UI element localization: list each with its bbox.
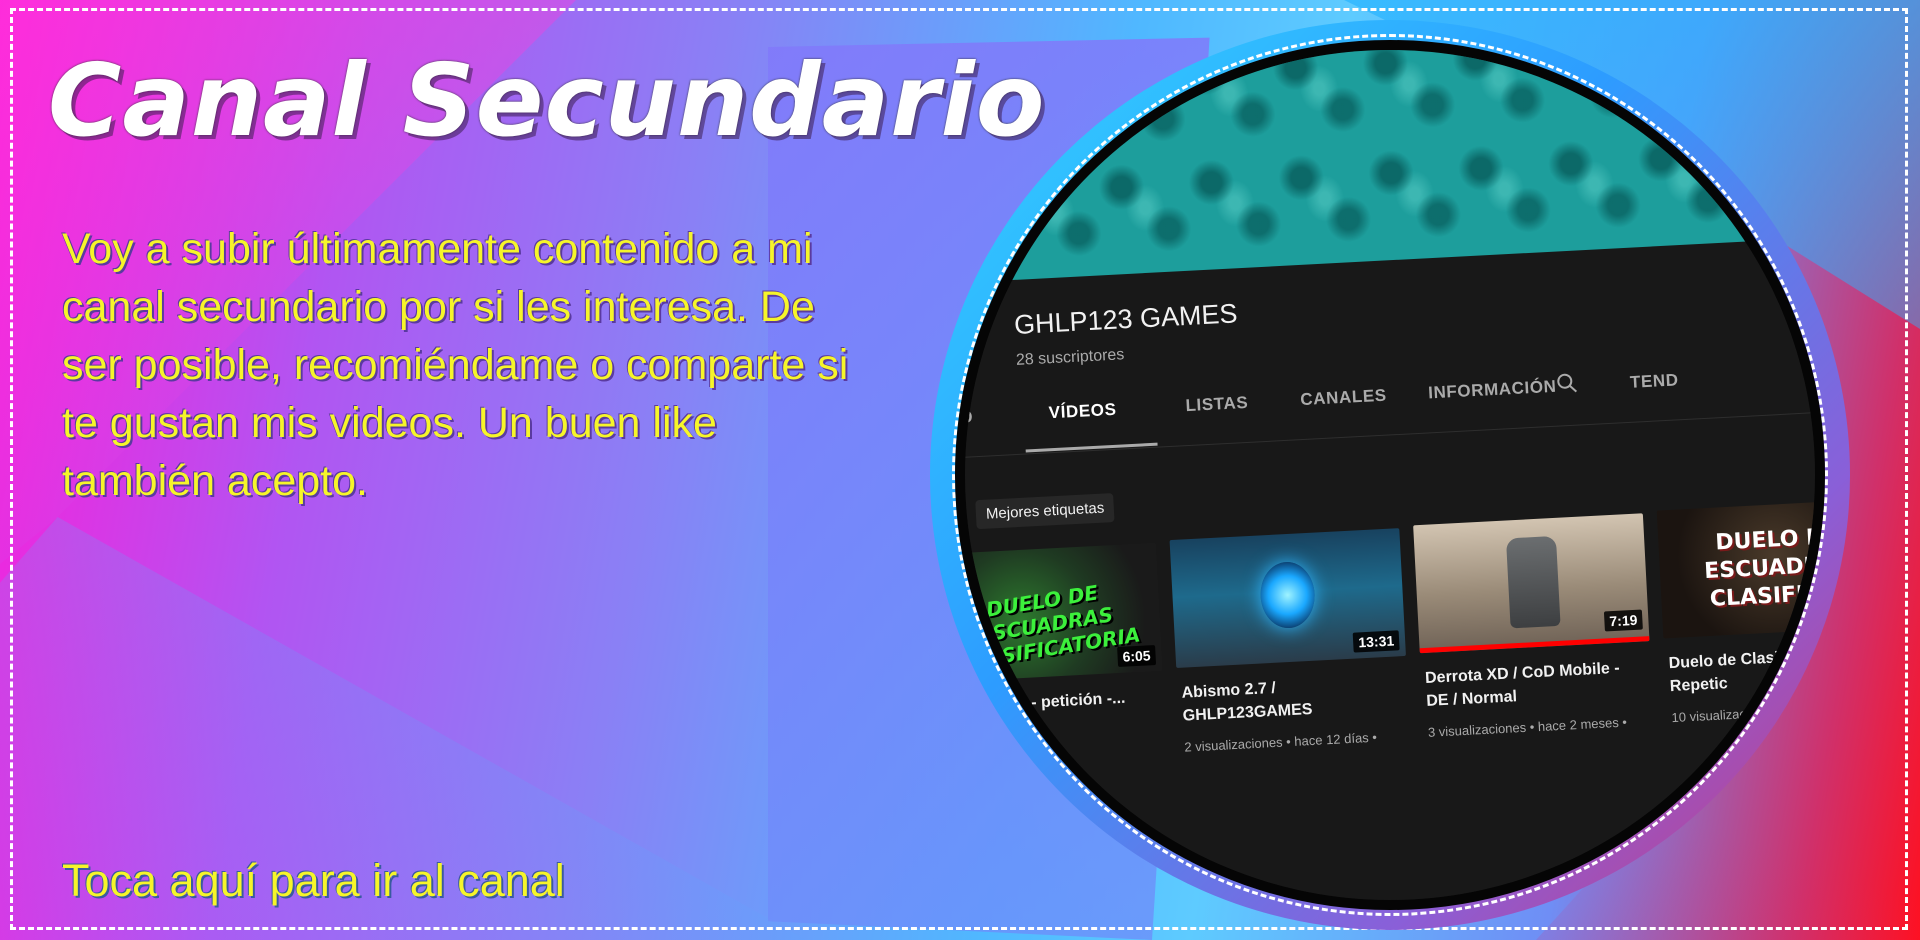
video-meta: hace 10 días •: [955, 727, 1023, 747]
video-title[interactable]: lasificatoria - petición -...: [965, 685, 1158, 719]
tab-videos[interactable]: VÍDEOS: [1048, 400, 1117, 424]
video-thumbnail[interactable]: 13:31: [1169, 528, 1406, 668]
video-title[interactable]: Duelo de Clasificat Heroico / Repetic: [1668, 641, 1815, 698]
youtube-channel-page: GHLP123 GAMES 28 suscriptores ICIO VÍDEO…: [955, 50, 1825, 900]
video-thumbnail[interactable]: DUELO DE ESCUADRAS CLASIFICATORIA 6:05: [965, 542, 1163, 683]
video-card[interactable]: DUELO DE ESCUADRAS CLASIFICATORIA 6:05 l…: [955, 542, 1166, 750]
go-to-channel-link[interactable]: Toca aquí para ir al canal: [62, 855, 565, 907]
channel-screenshot-circle[interactable]: GHLP123 GAMES 28 suscriptores ICIO VÍDEO…: [955, 40, 1825, 910]
video-meta: 3 visualizaciones • hace 2 meses •: [1427, 714, 1628, 740]
duration-badge: 6:05: [1117, 645, 1157, 668]
duration-badge: 13:31: [1352, 630, 1400, 653]
video-title[interactable]: Abismo 2.7 / GHLP123GAMES: [1181, 670, 1403, 727]
video-thumbnail[interactable]: DUELO DE ESCUADRAS CLASIFICAT: [1656, 498, 1825, 639]
thumbnail-text: DUELO DE ESCUADRAS CLASIFICAT: [1703, 524, 1825, 612]
channel-banner-image: [965, 50, 1815, 285]
duration-badge: 7:19: [1603, 609, 1643, 632]
portal-graphic: [1258, 560, 1317, 630]
tab-informacion[interactable]: INFORMACIÓN: [1428, 377, 1557, 404]
video-meta: 2 visualizaciones • hace 12 días •: [1184, 729, 1378, 755]
search-icon[interactable]: [1554, 371, 1579, 396]
video-card[interactable]: 7:19 Derrota XD / CoD Mobile - DE / Norm…: [1413, 513, 1654, 743]
channel-name: GHLP123 GAMES: [1013, 298, 1239, 340]
tab-listas[interactable]: LISTAS: [1185, 393, 1249, 416]
video-title[interactable]: Derrota XD / CoD Mobile - DE / Normal: [1425, 655, 1647, 712]
tab-tendencias[interactable]: TEND: [1629, 370, 1679, 393]
video-meta: 10 visualizacione hace 3 meses: [1671, 700, 1825, 726]
watch-progress-bar: [1419, 636, 1650, 654]
banner-title: Canal Secundario: [48, 42, 1046, 159]
promo-banner: Canal Secundario Voy a subir últimamente…: [0, 0, 1920, 940]
filter-chip-mejores-etiquetas[interactable]: Mejores etiquetas: [975, 493, 1115, 530]
banner-description: Voy a subir últimamente contenido a mi c…: [62, 225, 849, 505]
video-card[interactable]: DUELO DE ESCUADRAS CLASIFICAT Duelo de C…: [1656, 498, 1825, 729]
video-thumbnail[interactable]: 7:19: [1413, 513, 1650, 654]
robot-graphic: [1505, 535, 1561, 629]
video-card[interactable]: 13:31 Abismo 2.7 / GHLP123GAMES 2 visual…: [1169, 528, 1411, 758]
subscriber-count: 28 suscriptores: [1015, 346, 1125, 369]
tab-canales[interactable]: CANALES: [1300, 386, 1387, 410]
